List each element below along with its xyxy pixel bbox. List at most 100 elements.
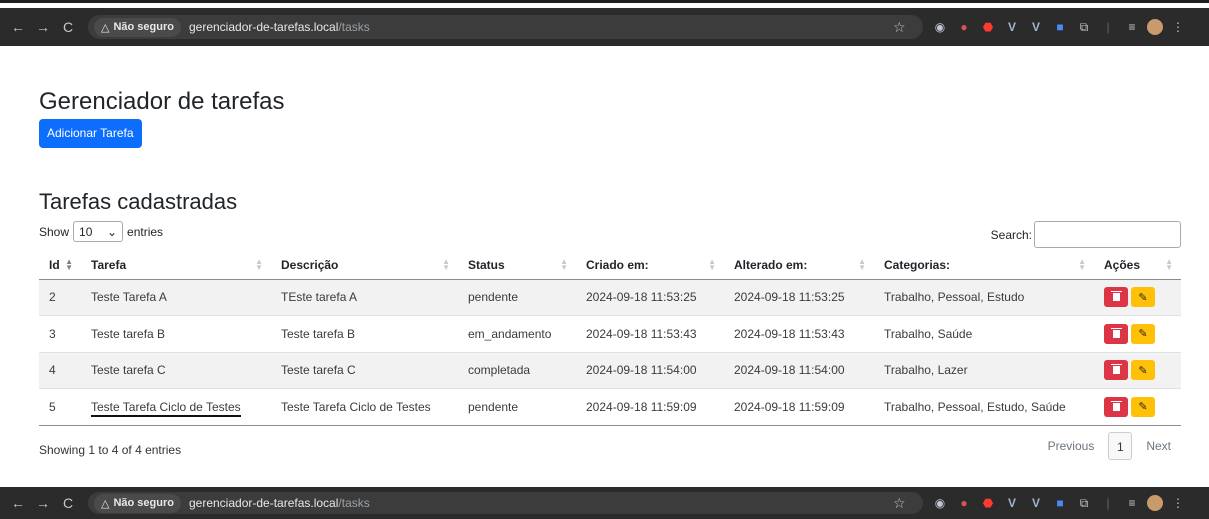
sort-icon: ▲ ▼ xyxy=(255,257,263,272)
section-title: Tarefas cadastradas xyxy=(39,189,238,214)
edit-button[interactable]: ✎ xyxy=(1131,396,1155,417)
extension-v2-icon[interactable]: V xyxy=(1027,20,1045,34)
reading-list-icon[interactable]: ≡ xyxy=(1123,20,1141,34)
address-bar[interactable]: △ Não seguro gerenciador-de-tarefas.loca… xyxy=(88,15,923,39)
star-icon[interactable]: ☆ xyxy=(893,495,913,512)
cell-categorias: Trabalho, Pessoal, Estudo, Saúde xyxy=(874,388,1094,426)
cell-categorias: Trabalho, Pessoal, Estudo xyxy=(874,279,1094,316)
extension-v2-icon[interactable]: V xyxy=(1027,496,1045,510)
sort-icon: ▲ ▼ xyxy=(560,257,568,272)
url-text[interactable]: gerenciador-de-tarefas.local/tasks xyxy=(189,496,370,510)
extension-shield-icon[interactable]: ⬣ xyxy=(979,20,997,34)
extension-v-icon[interactable]: V xyxy=(1003,20,1021,34)
extension-v-icon[interactable]: V xyxy=(1003,496,1021,510)
warning-icon: △ xyxy=(101,21,110,34)
cell-descricao: Teste Tarefa Ciclo de Testes xyxy=(271,388,458,426)
extensions-icon[interactable]: ⧉ xyxy=(1075,20,1093,35)
menu-icon[interactable]: ⋮ xyxy=(1169,496,1187,510)
edit-button[interactable]: ✎ xyxy=(1131,287,1155,308)
column-header-categorias[interactable]: Categorias: ▲ ▼ xyxy=(874,251,1094,280)
sort-icon: ▲ ▼ xyxy=(65,257,73,272)
back-icon[interactable]: ← xyxy=(8,19,28,35)
cell-acoes: ✎ xyxy=(1094,352,1181,389)
reading-list-icon[interactable]: ≡ xyxy=(1123,496,1141,510)
url-host: gerenciador-de-tarefas.local xyxy=(188,20,339,34)
delete-button[interactable] xyxy=(1104,396,1128,417)
profile-avatar-icon[interactable] xyxy=(1147,19,1163,35)
delete-button[interactable] xyxy=(1104,360,1128,381)
edit-button[interactable]: ✎ xyxy=(1131,323,1155,344)
trash-icon xyxy=(1110,291,1122,302)
translate-icon[interactable]: ■ xyxy=(1051,20,1069,34)
column-header-alterado[interactable]: Alterado em: ▲ ▼ xyxy=(724,251,874,280)
extension-red-circle-icon[interactable]: ● xyxy=(955,496,973,510)
window-top-strip xyxy=(0,0,1209,8)
sort-icon: ▲ ▼ xyxy=(442,257,450,272)
back-icon[interactable]: ← xyxy=(8,495,28,511)
column-header-id[interactable]: Id ▲ ▼ xyxy=(39,251,81,280)
edit-button[interactable]: ✎ xyxy=(1131,360,1155,381)
trash-icon xyxy=(1110,364,1122,375)
sort-icon: ▲ ▼ xyxy=(1078,257,1086,272)
show-label: Show xyxy=(39,224,70,239)
translate-icon[interactable]: ■ xyxy=(1051,496,1069,510)
star-icon[interactable]: ☆ xyxy=(893,19,913,36)
browser-toolbar: ← → C △ Não seguro gerenciador-de-tarefa… xyxy=(0,8,1209,46)
cell-id: 5 xyxy=(39,388,81,426)
forward-icon[interactable]: → xyxy=(33,495,53,511)
cell-acoes: ✎ xyxy=(1094,279,1181,316)
menu-icon[interactable]: ⋮ xyxy=(1169,20,1187,34)
reload-icon[interactable]: C xyxy=(58,19,78,35)
cell-criado: 2024-09-18 11:53:25 xyxy=(576,279,724,316)
cell-tarefa: Teste Tarefa Ciclo de Testes xyxy=(81,388,271,426)
extension-shield-icon[interactable]: ⬣ xyxy=(979,496,997,510)
cell-criado: 2024-09-18 11:59:09 xyxy=(576,388,724,426)
next-button[interactable]: Next xyxy=(1136,432,1181,460)
column-header-status[interactable]: Status ▲ ▼ xyxy=(458,251,576,280)
table-row: 5 Teste Tarefa Ciclo de Testes Teste Tar… xyxy=(39,388,1181,426)
delete-button[interactable] xyxy=(1104,323,1128,344)
search-label: Search: xyxy=(990,227,1032,242)
previous-button[interactable]: Previous xyxy=(1038,432,1105,460)
camera-icon[interactable]: ◉ xyxy=(931,496,949,510)
column-header-descricao[interactable]: Descrição ▲ ▼ xyxy=(271,251,458,280)
cell-id: 3 xyxy=(39,315,81,353)
cell-criado: 2024-09-18 11:53:43 xyxy=(576,315,724,353)
pencil-icon: ✎ xyxy=(1138,291,1148,304)
add-task-button[interactable]: Adicionar Tarefa xyxy=(39,119,142,148)
entries-length-control: Show 10 ⌄ entries xyxy=(39,221,163,242)
extensions-icon[interactable]: ⧉ xyxy=(1075,496,1093,511)
column-header-criado[interactable]: Criado em: ▲ ▼ xyxy=(576,251,724,280)
entries-select[interactable]: 10 ⌄ xyxy=(73,221,124,242)
camera-icon[interactable]: ◉ xyxy=(931,20,949,34)
cell-status: completada xyxy=(458,352,576,389)
cell-tarefa-text: Teste Tarefa Ciclo de Testes xyxy=(91,399,241,417)
forward-icon[interactable]: → xyxy=(33,19,53,35)
cell-id: 4 xyxy=(39,352,81,389)
entries-label: entries xyxy=(127,224,164,239)
url-host: gerenciador-de-tarefas.local xyxy=(188,496,339,510)
column-header-tarefa[interactable]: Tarefa ▲ ▼ xyxy=(81,251,271,280)
warning-icon: △ xyxy=(101,497,110,510)
column-header-acoes[interactable]: Ações ▲ ▼ xyxy=(1094,251,1181,280)
url-path: /tasks xyxy=(338,20,370,34)
reload-icon[interactable]: C xyxy=(58,495,78,511)
url-text[interactable]: gerenciador-de-tarefas.local/tasks xyxy=(189,20,370,34)
cell-tarefa: Teste tarefa C xyxy=(81,352,271,389)
pencil-icon: ✎ xyxy=(1138,364,1148,377)
sort-icon: ▲ ▼ xyxy=(858,257,866,272)
address-bar[interactable]: △ Não seguro gerenciador-de-tarefas.loca… xyxy=(88,492,923,514)
table-row: 4 Teste tarefa C Teste tarefa C completa… xyxy=(39,352,1181,389)
cell-tarefa: Teste tarefa B xyxy=(81,315,271,353)
page-button-current[interactable]: 1 xyxy=(1108,432,1133,460)
profile-avatar-icon[interactable] xyxy=(1147,495,1163,511)
security-chip[interactable]: △ Não seguro xyxy=(94,17,181,37)
delete-button[interactable] xyxy=(1104,287,1128,308)
search-input[interactable] xyxy=(1034,221,1181,248)
browser-toolbar-bottom: ← → C △ Não seguro gerenciador-de-tarefa… xyxy=(0,487,1209,519)
extension-red-circle-icon[interactable]: ● xyxy=(955,20,973,34)
security-chip[interactable]: △ Não seguro xyxy=(94,493,181,513)
chevron-down-icon: ⌄ xyxy=(106,224,118,239)
trash-icon xyxy=(1110,400,1122,411)
table-row: 2 Teste Tarefa A TEste tarefa A pendente… xyxy=(39,279,1181,316)
